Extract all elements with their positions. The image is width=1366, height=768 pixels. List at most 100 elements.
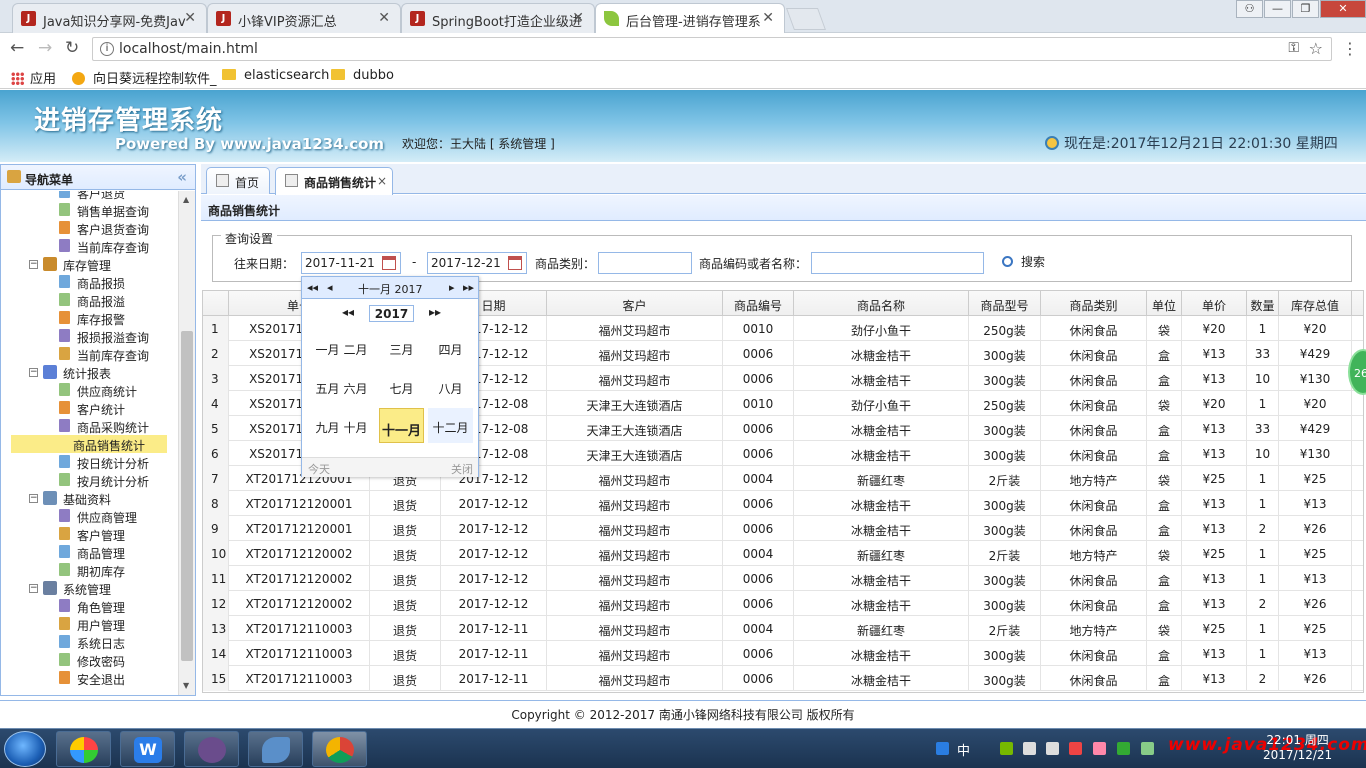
collapse-toggle-icon[interactable]: −: [29, 368, 38, 377]
nav-item[interactable]: 按日统计分析: [73, 453, 153, 471]
nav-item[interactable]: 报损报溢查询: [73, 327, 153, 345]
column-header[interactable]: 单价: [1182, 291, 1247, 316]
nvidia-icon[interactable]: [1000, 742, 1013, 755]
taskbar-app-dolphin[interactable]: [248, 731, 303, 767]
calendar-icon[interactable]: [508, 256, 522, 270]
column-header[interactable]: 商品编号: [723, 291, 794, 316]
nav-item[interactable]: 商品报损: [73, 273, 129, 291]
picker-title[interactable]: 十一月 2017: [358, 281, 423, 297]
close-tab-icon[interactable]: ✕: [378, 10, 390, 26]
nav-item[interactable]: 按月统计分析: [73, 471, 153, 489]
nav-item[interactable]: 期初库存: [73, 561, 129, 579]
month-option[interactable]: 十月: [338, 408, 373, 443]
close-tab-icon[interactable]: ✕: [572, 10, 584, 26]
star-icon[interactable]: ☆: [1309, 39, 1323, 58]
nav-item[interactable]: 角色管理: [73, 597, 129, 615]
nav-item[interactable]: 安全退出: [73, 669, 129, 687]
nav-item[interactable]: 供应商管理: [73, 507, 141, 525]
tab-home[interactable]: 首页: [206, 167, 270, 194]
nav-item[interactable]: 系统日志: [73, 633, 129, 651]
column-header[interactable]: 单位: [1147, 291, 1182, 316]
nav-item[interactable]: 商品报溢: [73, 291, 129, 309]
month-option[interactable]: 十二月: [428, 408, 473, 443]
table-row[interactable]: 9 XT201712120001 退货 2017-12-12 福州艾玛超市 0006 冰糖金…: [203, 516, 1363, 541]
nav-item[interactable]: 商品管理: [73, 543, 129, 561]
table-row[interactable]: 10 XT201712120002 退货 2017-12-12 福州艾玛超市 0004 新疆…: [203, 541, 1363, 566]
table-row[interactable]: 15 XT201712110003 退货 2017-12-11 福州艾玛超市 0006 冰糖…: [203, 666, 1363, 691]
info-icon[interactable]: i: [100, 42, 114, 56]
year-prev-icon[interactable]: ◂◂: [342, 305, 354, 319]
system-clock[interactable]: 22:01 周四 2017/12/21: [1263, 733, 1332, 763]
month-option[interactable]: 七月: [379, 369, 424, 404]
tray-icon[interactable]: [1023, 742, 1036, 755]
column-header[interactable]: 商品类别: [1041, 291, 1147, 316]
q-icon[interactable]: [936, 742, 949, 755]
nav-item[interactable]: 库存管理: [59, 255, 115, 273]
month-option[interactable]: 四月: [428, 330, 473, 365]
taskbar-app-photos[interactable]: [56, 731, 111, 767]
close-picker-button[interactable]: 关闭: [451, 461, 473, 477]
key-icon[interactable]: ⚿: [1288, 40, 1299, 56]
collapse-icon[interactable]: «: [177, 168, 187, 186]
column-header[interactable]: 数量: [1247, 291, 1279, 316]
browser-tab-3[interactable]: J SpringBoot打造企业级进 ✕: [401, 3, 595, 33]
collapse-toggle-icon[interactable]: −: [29, 260, 38, 269]
nav-item[interactable]: 供应商统计: [73, 381, 141, 399]
collapse-toggle-icon[interactable]: −: [29, 494, 38, 503]
tray-icon[interactable]: [1093, 742, 1106, 755]
column-header[interactable]: 商品名称: [794, 291, 969, 316]
today-button[interactable]: 今天: [308, 461, 330, 477]
date-to-field[interactable]: 2017-12-21: [427, 252, 527, 274]
tab-sales-stats[interactable]: 商品销售统计 ×: [275, 167, 393, 195]
date-from-field[interactable]: 2017-11-21: [301, 252, 401, 274]
close-window-button[interactable]: ✕: [1320, 0, 1366, 18]
menu-icon[interactable]: ⋮: [1342, 39, 1358, 58]
prev-year-icon[interactable]: ◂◂: [307, 281, 318, 294]
nav-item[interactable]: 统计报表: [59, 363, 115, 381]
search-button[interactable]: 搜索: [1002, 253, 1045, 270]
column-header[interactable]: 库存总值: [1279, 291, 1352, 316]
table-row[interactable]: 13 XT201712110003 退货 2017-12-11 福州艾玛超市 0004 新疆…: [203, 616, 1363, 641]
nav-item[interactable]: 商品销售统计: [11, 435, 167, 453]
taskbar-app-chrome[interactable]: [312, 731, 367, 767]
month-option[interactable]: 三月: [379, 330, 424, 365]
nav-item[interactable]: 当前库存查询: [73, 345, 153, 363]
tray-icon[interactable]: [1141, 742, 1154, 755]
nav-item[interactable]: 客户统计: [73, 399, 129, 417]
nav-scrollbar[interactable]: ▲ ▼: [178, 191, 195, 695]
back-icon[interactable]: ←: [10, 38, 24, 58]
collapse-toggle-icon[interactable]: −: [29, 584, 38, 593]
nav-item[interactable]: 客户退货: [73, 191, 129, 201]
tray-icon[interactable]: [1046, 742, 1059, 755]
year-next-icon[interactable]: ▸▸: [429, 305, 441, 319]
reload-icon[interactable]: ↻: [65, 38, 79, 58]
new-tab-button[interactable]: [785, 8, 827, 30]
shield-icon[interactable]: [1117, 742, 1130, 755]
month-option[interactable]: 八月: [428, 369, 473, 404]
taskbar-app-wps[interactable]: W: [120, 731, 175, 767]
bookmark-dubbo[interactable]: dubbo: [331, 68, 394, 83]
bookmark-sunlogin[interactable]: 向日葵远程控制软件_: [72, 68, 217, 87]
table-row[interactable]: 12 XT201712120002 退货 2017-12-12 福州艾玛超市 0006 冰糖…: [203, 591, 1363, 616]
month-option[interactable]: 六月: [338, 369, 373, 404]
nav-item[interactable]: 基础资料: [59, 489, 115, 507]
column-header[interactable]: [203, 291, 229, 316]
close-tab-icon[interactable]: ×: [377, 174, 387, 188]
nav-item[interactable]: 客户管理: [73, 525, 129, 543]
column-header[interactable]: 商品型号: [969, 291, 1041, 316]
next-year-icon[interactable]: ▸▸: [463, 281, 474, 294]
close-tab-icon[interactable]: ✕: [762, 10, 774, 26]
nav-item[interactable]: 修改密码: [73, 651, 129, 669]
nav-item[interactable]: 系统管理: [59, 579, 115, 597]
taskbar-app-eclipse[interactable]: [184, 731, 239, 767]
nav-item[interactable]: 库存报警: [73, 309, 129, 327]
nav-item[interactable]: 当前库存查询: [73, 237, 153, 255]
year-input[interactable]: 2017: [369, 305, 414, 322]
bookmark-elasticsearch[interactable]: elasticsearch: [222, 68, 329, 83]
url-field[interactable]: i localhost/main.html ⚿ ☆: [92, 37, 1332, 61]
prev-month-icon[interactable]: ◂: [327, 281, 333, 294]
browser-tab-4[interactable]: 后台管理-进销存管理系统 ✕: [595, 3, 785, 34]
maximize-button[interactable]: ❐: [1292, 0, 1319, 18]
nav-item[interactable]: 商品采购统计: [73, 417, 153, 435]
browser-tab-2[interactable]: J 小锋VIP资源汇总 ✕: [207, 3, 401, 33]
